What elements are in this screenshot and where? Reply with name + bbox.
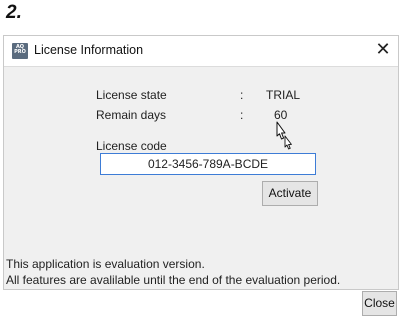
remain-days-label: Remain days bbox=[96, 108, 167, 122]
app-icon: AQ PRO bbox=[12, 43, 28, 59]
title-bar: AQ PRO License Information ✕ bbox=[4, 36, 398, 67]
window-title: License Information bbox=[34, 43, 144, 57]
license-dialog: AQ PRO License Information ✕ License sta… bbox=[3, 35, 399, 316]
license-code-label: License code bbox=[96, 139, 167, 153]
app-icon-text: AQ PRO bbox=[14, 44, 26, 55]
mouse-pointer-icon bbox=[276, 121, 292, 150]
evaluation-message-line2: All features are avalilable until the en… bbox=[6, 273, 341, 287]
dialog-content: License state : TRIAL Remain days : 60 L… bbox=[4, 67, 398, 316]
evaluation-message-line1: This application is evaluation version. bbox=[6, 257, 205, 271]
activate-button[interactable]: Activate bbox=[262, 181, 318, 206]
close-icon[interactable]: ✕ bbox=[372, 39, 394, 61]
license-state-separator: : bbox=[240, 88, 244, 102]
step-number: 2. bbox=[6, 2, 22, 23]
license-state-value: TRIAL bbox=[266, 88, 301, 102]
remain-days-separator: : bbox=[240, 108, 244, 122]
license-code-input[interactable] bbox=[100, 153, 316, 175]
license-state-label: License state bbox=[96, 88, 167, 102]
close-button[interactable]: Close bbox=[362, 291, 397, 316]
